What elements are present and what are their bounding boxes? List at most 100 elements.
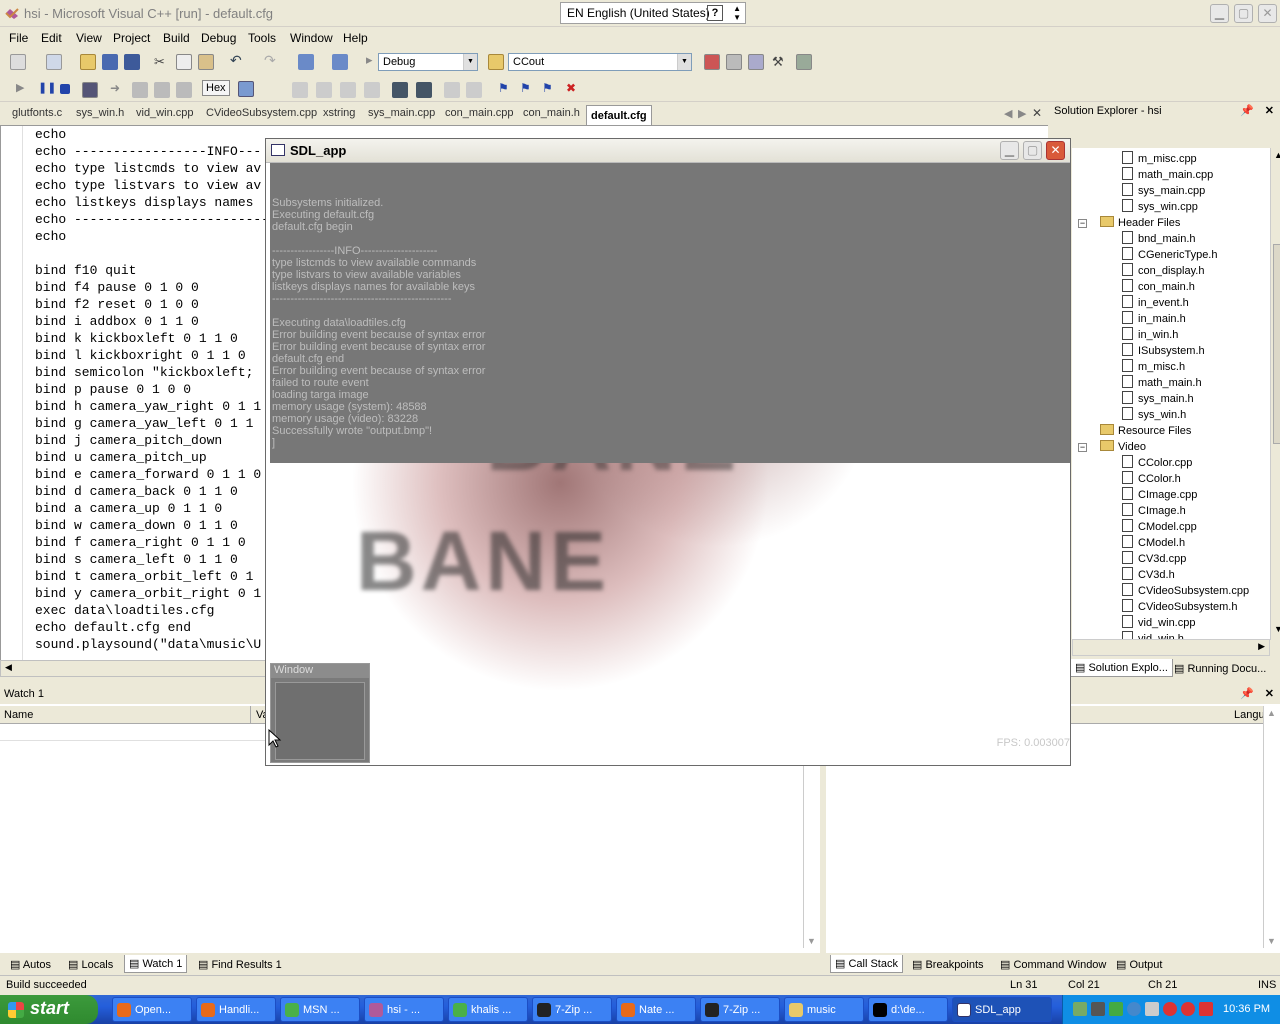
code-line[interactable]: bind f4 pause 0 1 0 0 (35, 279, 285, 296)
increase-indent-icon[interactable] (340, 82, 356, 98)
tree-file[interactable]: in_main.h (1122, 311, 1186, 327)
tab-con-main-cpp[interactable]: con_main.cpp (445, 107, 514, 119)
configuration-select[interactable]: Debug ▼ (378, 53, 478, 71)
pause-icon[interactable]: ❚❚ (38, 81, 56, 97)
taskbar-item[interactable]: 7-Zip ... (532, 997, 612, 1022)
save-all-icon[interactable] (124, 54, 140, 70)
menu-file[interactable]: File (9, 31, 28, 45)
scroll-down-icon[interactable]: ▼ (1274, 624, 1280, 634)
code-line[interactable]: sound.playsound("data\music\U (35, 636, 285, 653)
code-line[interactable]: echo (35, 228, 285, 245)
tree-file[interactable]: sys_main.h (1122, 391, 1194, 407)
tree-file[interactable]: CVideoSubsystem.h (1122, 599, 1237, 615)
code-line[interactable]: bind l kickboxright 0 1 1 0 (35, 347, 285, 364)
redo-icon[interactable]: ↷ (264, 52, 280, 68)
tree-folder[interactable]: Header Files (1100, 215, 1180, 231)
outdent-icon[interactable] (416, 82, 432, 98)
chevron-down-icon[interactable]: ▼ (463, 54, 477, 70)
tree-file[interactable]: CModel.h (1122, 535, 1185, 551)
tray-icon[interactable] (1127, 1002, 1141, 1016)
close-button[interactable]: ✕ (1258, 4, 1277, 23)
sdl-title-bar[interactable]: SDL_app ▁ ▢ ✕ (266, 139, 1070, 163)
sdl-render-canvas[interactable]: BANE BANE Window FPS: 0.003007 (270, 463, 1070, 763)
step-out-icon[interactable] (176, 82, 192, 98)
tree-folder[interactable]: Video (1100, 439, 1146, 455)
properties-icon[interactable] (726, 54, 742, 70)
collapse-icon[interactable]: − (1078, 219, 1087, 228)
tab-output[interactable]: ▤ Output (1116, 958, 1162, 971)
tree-file[interactable]: CColor.cpp (1122, 455, 1192, 471)
tree-file[interactable]: CV3d.cpp (1122, 551, 1186, 567)
help-icon[interactable]: ? (707, 5, 723, 21)
menu-window[interactable]: Window (290, 31, 333, 45)
tray-icon[interactable] (1199, 1002, 1213, 1016)
code-line[interactable]: bind w camera_down 0 1 1 0 (35, 517, 285, 534)
code-line[interactable]: echo type listcmds to view av (35, 160, 285, 177)
language-bar[interactable]: EN English (United States) ? ▲ ▼ (560, 2, 746, 24)
navigate-backward-icon[interactable] (298, 54, 314, 70)
tray-icon[interactable] (1109, 1002, 1123, 1016)
breakpoints-window-icon[interactable] (238, 81, 254, 97)
tab-watch-1[interactable]: ▤ Watch 1 (124, 955, 188, 973)
tab-con-main-h[interactable]: con_main.h (523, 107, 580, 119)
tree-file[interactable]: CImage.h (1122, 503, 1186, 519)
tab-glutfonts-c[interactable]: glutfonts.c (12, 107, 62, 119)
show-next-statement-icon[interactable]: ➜ (110, 81, 126, 97)
tab-solution-explorer[interactable]: ▤ Solution Explo... (1070, 659, 1173, 677)
tab-call-stack[interactable]: ▤ Call Stack (830, 955, 903, 973)
find-target-select[interactable]: CCout ▼ (508, 53, 692, 71)
uncomment-icon[interactable] (316, 82, 332, 98)
taskbar-item[interactable]: music (784, 997, 864, 1022)
tab-command-window[interactable]: ▤ Command Window (1000, 958, 1106, 971)
continue-icon[interactable]: ▶ (16, 81, 32, 97)
taskbar-item[interactable]: d:\de... (868, 997, 948, 1022)
column-divider[interactable] (250, 706, 251, 724)
sdl-close-button[interactable]: ✕ (1046, 141, 1065, 160)
tree-file[interactable]: math_main.cpp (1122, 167, 1213, 183)
step-into-icon[interactable] (132, 82, 148, 98)
scroll-up-icon[interactable]: ▲ (1267, 708, 1276, 718)
save-icon[interactable] (102, 54, 118, 70)
tab-vid-win-cpp[interactable]: vid_win.cpp (136, 107, 193, 119)
scroll-up-icon[interactable]: ▲ (1274, 150, 1280, 160)
solution-horizontal-scrollbar[interactable]: ▶ (1072, 639, 1270, 656)
tree-file[interactable]: m_misc.h (1122, 359, 1185, 375)
tree-file[interactable]: con_display.h (1122, 263, 1204, 279)
scroll-down-icon[interactable]: ▼ (807, 936, 816, 946)
maximize-button[interactable]: ▢ (1234, 4, 1253, 23)
sdl-maximize-button[interactable]: ▢ (1023, 141, 1042, 160)
tree-file[interactable]: con_main.h (1122, 279, 1195, 295)
next-bookmark-icon[interactable]: ⚑ (520, 81, 536, 97)
toolbox-icon[interactable] (748, 54, 764, 70)
indent-icon[interactable] (392, 82, 408, 98)
tree-file[interactable]: sys_win.cpp (1122, 199, 1198, 215)
tabs-scroll-right-icon[interactable]: ▶ (1018, 107, 1026, 120)
tray-icon[interactable] (1091, 1002, 1105, 1016)
code-line[interactable]: bind g camera_yaw_left 0 1 1 (35, 415, 285, 432)
code-line[interactable]: bind t camera_orbit_left 0 1 (35, 568, 285, 585)
code-line[interactable]: bind s camera_left 0 1 1 0 (35, 551, 285, 568)
tray-icon[interactable] (1163, 1002, 1177, 1016)
menu-edit[interactable]: Edit (41, 31, 62, 45)
code-line[interactable]: bind p pause 0 1 0 0 (35, 381, 285, 398)
menu-help[interactable]: Help (343, 31, 368, 45)
tree-file[interactable]: CModel.cpp (1122, 519, 1197, 535)
taskbar-item[interactable]: 7-Zip ... (700, 997, 780, 1022)
code-line[interactable]: bind j camera_pitch_down (35, 432, 285, 449)
code-line[interactable]: bind f10 quit (35, 262, 285, 279)
comment-selection-icon[interactable] (444, 82, 460, 98)
tree-folder[interactable]: Resource Files (1100, 423, 1191, 439)
tree-file[interactable]: math_main.h (1122, 375, 1202, 391)
tab-xstring[interactable]: xstring (323, 107, 355, 119)
tabs-scroll-left-icon[interactable]: ◀ (1004, 107, 1012, 120)
restart-icon[interactable] (82, 82, 98, 98)
tree-file[interactable]: sys_win.h (1122, 407, 1186, 423)
language-options-icon[interactable]: ▲ ▼ (733, 4, 741, 22)
taskbar-item[interactable]: khalis ... (448, 997, 528, 1022)
menu-debug[interactable]: Debug (201, 31, 236, 45)
tab-sys-main-cpp[interactable]: sys_main.cpp (368, 107, 435, 119)
sdl-console[interactable]: Subsystems initialized. Executing defaul… (270, 163, 1070, 463)
class-view-icon[interactable] (796, 54, 812, 70)
tab-autos[interactable]: ▤ Autos (10, 958, 51, 971)
sdl-minimize-button[interactable]: ▁ (1000, 141, 1019, 160)
